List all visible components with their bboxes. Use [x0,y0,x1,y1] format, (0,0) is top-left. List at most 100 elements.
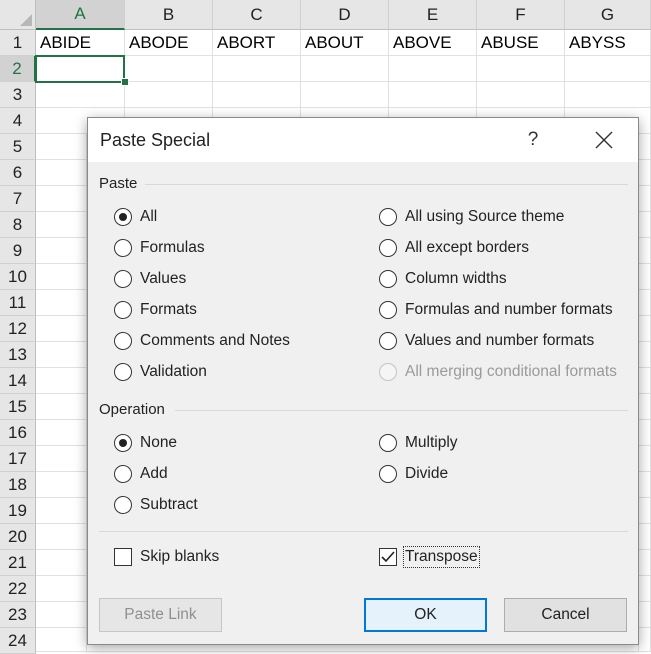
cell-g20[interactable] [639,524,651,550]
row-header-14[interactable]: 14 [0,368,36,394]
cell-g17[interactable] [639,446,651,472]
cell-a8[interactable] [36,212,87,238]
row-header-11[interactable]: 11 [0,290,36,316]
cell-a14[interactable] [36,368,87,394]
cell-a24[interactable] [36,628,87,652]
row-header-15[interactable]: 15 [0,394,36,420]
operation-option-divide[interactable]: Divide [379,462,448,486]
row-header-24[interactable]: 24 [0,628,36,654]
column-header-f[interactable]: F [477,0,565,30]
cell-e2[interactable] [389,56,477,82]
paste-option-all[interactable]: All [114,205,157,229]
radio-formats[interactable] [114,301,132,319]
row-header-10[interactable]: 10 [0,264,36,290]
radio-column-widths[interactable] [379,270,397,288]
cell-a9[interactable] [36,238,87,264]
cell-a11[interactable] [36,290,87,316]
cell-a20[interactable] [36,524,87,550]
row-header-20[interactable]: 20 [0,524,36,550]
cell-g7[interactable] [639,186,651,212]
cell-a6[interactable] [36,160,87,186]
column-header-b[interactable]: B [125,0,213,30]
help-button[interactable]: ? [516,126,550,154]
cell-b3[interactable] [125,82,213,108]
cell-g19[interactable] [639,498,651,524]
cell-e1[interactable]: ABOVE [389,30,477,56]
row-header-16[interactable]: 16 [0,420,36,446]
row-header-9[interactable]: 9 [0,238,36,264]
cell-d3[interactable] [301,82,389,108]
row-header-8[interactable]: 8 [0,212,36,238]
paste-option-formulas[interactable]: Formulas [114,236,205,260]
cell-g16[interactable] [639,420,651,446]
select-all-corner[interactable] [0,0,36,30]
radio-all[interactable] [114,208,132,226]
paste-option-column-widths[interactable]: Column widths [379,267,507,291]
cell-g23[interactable] [639,602,651,628]
cell-f2[interactable] [477,56,565,82]
row-header-1[interactable]: 1 [0,30,36,56]
cell-g5[interactable] [639,134,651,160]
cell-f3[interactable] [477,82,565,108]
cell-c1[interactable]: ABORT [213,30,301,56]
paste-option-values-and-number-formats[interactable]: Values and number formats [379,329,594,353]
cell-a7[interactable] [36,186,87,212]
cell-f1[interactable]: ABUSE [477,30,565,56]
cell-g2[interactable] [565,56,651,82]
cell-c2[interactable] [213,56,301,82]
row-24-visible-strip[interactable] [87,645,639,652]
fill-handle[interactable] [121,78,129,86]
row-header-4[interactable]: 4 [0,108,36,134]
cell-d2[interactable] [301,56,389,82]
cell-g11[interactable] [639,290,651,316]
cell-a23[interactable] [36,602,87,628]
row-header-22[interactable]: 22 [0,576,36,602]
row-header-3[interactable]: 3 [0,82,36,108]
cell-g9[interactable] [639,238,651,264]
cell-c3[interactable] [213,82,301,108]
row-header-23[interactable]: 23 [0,602,36,628]
row-header-2[interactable]: 2 [0,56,36,82]
cell-b2[interactable] [125,56,213,82]
column-header-e[interactable]: E [389,0,477,30]
skip-blanks-checkbox[interactable] [114,548,132,566]
operation-option-multiply[interactable]: Multiply [379,431,458,455]
row-header-6[interactable]: 6 [0,160,36,186]
radio-all-except-borders[interactable] [379,239,397,257]
row-header-17[interactable]: 17 [0,446,36,472]
paste-option-formats[interactable]: Formats [114,298,197,322]
cell-a17[interactable] [36,446,87,472]
cell-g1[interactable]: ABYSS [565,30,651,56]
cell-b1[interactable]: ABODE [125,30,213,56]
cell-a1[interactable]: ABIDE [36,30,125,56]
paste-option-values[interactable]: Values [114,267,186,291]
column-header-g[interactable]: G [565,0,651,30]
radio-subtract[interactable] [114,496,132,514]
operation-option-none[interactable]: None [114,431,177,455]
cell-g15[interactable] [639,394,651,420]
column-header-c[interactable]: C [213,0,301,30]
cell-a12[interactable] [36,316,87,342]
radio-divide[interactable] [379,465,397,483]
row-header-19[interactable]: 19 [0,498,36,524]
operation-option-add[interactable]: Add [114,462,168,486]
radio-validation[interactable] [114,363,132,381]
cell-g24[interactable] [639,628,651,652]
row-header-21[interactable]: 21 [0,550,36,576]
cell-a15[interactable] [36,394,87,420]
cell-a10[interactable] [36,264,87,290]
radio-formulas-and-number-formats[interactable] [379,301,397,319]
operation-option-subtract[interactable]: Subtract [114,493,198,517]
cell-g3[interactable] [565,82,651,108]
cell-g10[interactable] [639,264,651,290]
radio-values-and-number-formats[interactable] [379,332,397,350]
cell-a18[interactable] [36,472,87,498]
radio-multiply[interactable] [379,434,397,452]
paste-link-button[interactable]: Paste Link [99,598,222,632]
cell-a21[interactable] [36,550,87,576]
radio-formulas[interactable] [114,239,132,257]
cell-d1[interactable]: ABOUT [301,30,389,56]
cell-a16[interactable] [36,420,87,446]
cell-g12[interactable] [639,316,651,342]
row-header-13[interactable]: 13 [0,342,36,368]
